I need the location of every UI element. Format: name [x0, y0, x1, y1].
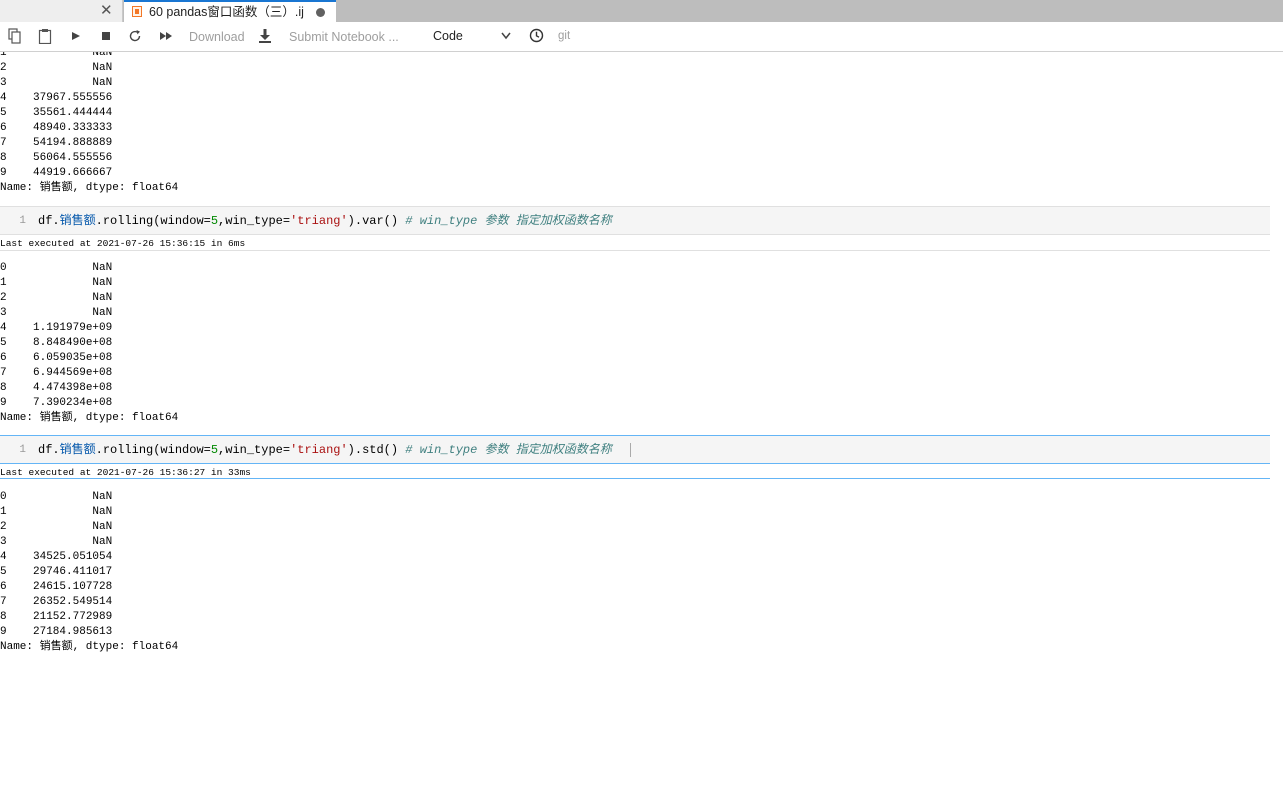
play-icon — [72, 32, 80, 40]
restart-icon — [129, 30, 141, 42]
scrollbar[interactable] — [1270, 52, 1283, 802]
line-number: 1 — [19, 215, 26, 227]
close-icon[interactable]: ✕ — [100, 1, 113, 21]
copy-icon — [8, 28, 21, 44]
paste-icon — [38, 29, 52, 44]
clock-icon — [529, 28, 544, 43]
cell-output: 0 NaN 1 NaN 2 NaN 3 NaN 4 1.191979e+09 5… — [0, 262, 113, 409]
cell-output: 1 NaN 2 NaN 3 NaN 4 37967.555556 5 35561… — [0, 52, 113, 179]
stop-button[interactable] — [100, 28, 112, 44]
divider — [0, 250, 1283, 251]
tab-notebook[interactable]: 60 pandas窗口函数（三）.ij — [124, 0, 336, 22]
unsaved-dot-icon[interactable] — [316, 8, 325, 17]
code-cell-input[interactable]: 1 df.销售额.rolling(window=5,win_type='tria… — [0, 206, 1283, 235]
notebook-icon — [132, 6, 142, 17]
code-editor[interactable]: df.销售额.rolling(window=5,win_type='triang… — [38, 213, 612, 229]
download-icon — [259, 29, 271, 43]
fast-forward-icon — [160, 32, 172, 40]
output-footer: Name: 销售额, dtype: float64 — [0, 182, 179, 194]
run-button[interactable] — [70, 28, 82, 44]
copy-button[interactable] — [8, 28, 22, 44]
download-button[interactable]: Download — [189, 30, 245, 44]
notebook-panel: 1 NaN 2 NaN 3 NaN 4 37967.555556 5 35561… — [0, 52, 1283, 802]
code-cell-input-active[interactable]: 1 df.销售额.rolling(window=5,win_type='tria… — [0, 435, 1283, 464]
restart-button[interactable] — [128, 28, 142, 44]
code-editor[interactable]: df.销售额.rolling(window=5,win_type='triang… — [38, 442, 631, 458]
notebook-toolbar: Download Submit Notebook ... Code git — [0, 22, 1283, 52]
history-button[interactable] — [529, 28, 544, 44]
tab-previous[interactable]: ✕ — [0, 0, 123, 22]
paste-button[interactable] — [38, 28, 52, 44]
output-footer: Name: 销售额, dtype: float64 — [0, 641, 179, 653]
cell-type-select[interactable]: Code — [433, 29, 463, 43]
tab-title: 60 pandas窗口函数（三）.ij — [149, 5, 304, 19]
tab-bar: ✕ 60 pandas窗口函数（三）.ij — [0, 0, 1283, 22]
save-download-button[interactable] — [258, 28, 272, 44]
execution-time: Last executed at 2021-07-26 15:36:15 in … — [0, 238, 246, 249]
text-cursor — [629, 442, 631, 457]
active-cell-divider — [0, 478, 1283, 479]
line-number: 1 — [19, 444, 26, 456]
output-footer: Name: 销售额, dtype: float64 — [0, 412, 179, 424]
run-all-button[interactable] — [158, 28, 174, 44]
stop-icon — [102, 32, 110, 40]
submit-notebook-button[interactable]: Submit Notebook ... — [289, 30, 399, 44]
cell-output: 0 NaN 1 NaN 2 NaN 3 NaN 4 34525.051054 5… — [0, 491, 113, 638]
git-button[interactable]: git — [558, 29, 570, 43]
chevron-down-icon[interactable] — [500, 31, 512, 41]
